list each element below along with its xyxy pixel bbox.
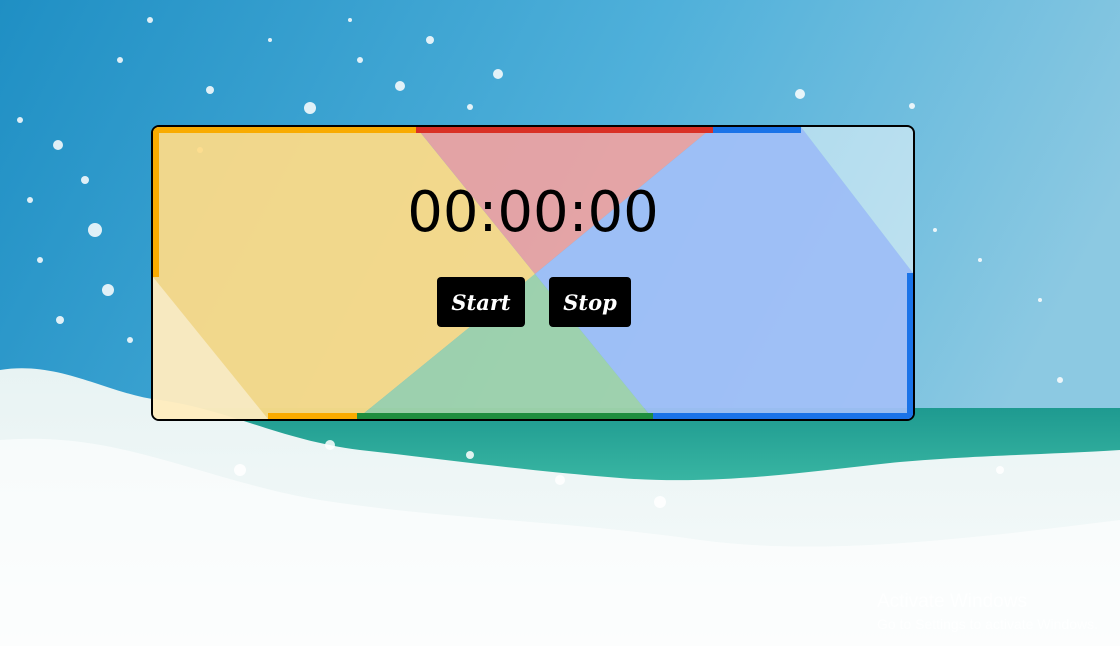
stopwatch-card: 00:00:00 Start Stop	[151, 125, 915, 421]
activate-windows-watermark: Activate Windows Go to Settings to activ…	[877, 591, 1098, 633]
time-display: 00:00:00	[407, 180, 659, 245]
watermark-subtitle: Go to Settings to activate Windows.	[877, 616, 1098, 632]
stop-button[interactable]: Stop	[549, 277, 631, 327]
start-button[interactable]: Start	[437, 277, 525, 327]
card-color-background	[153, 127, 913, 419]
watermark-title: Activate Windows	[877, 591, 1027, 612]
